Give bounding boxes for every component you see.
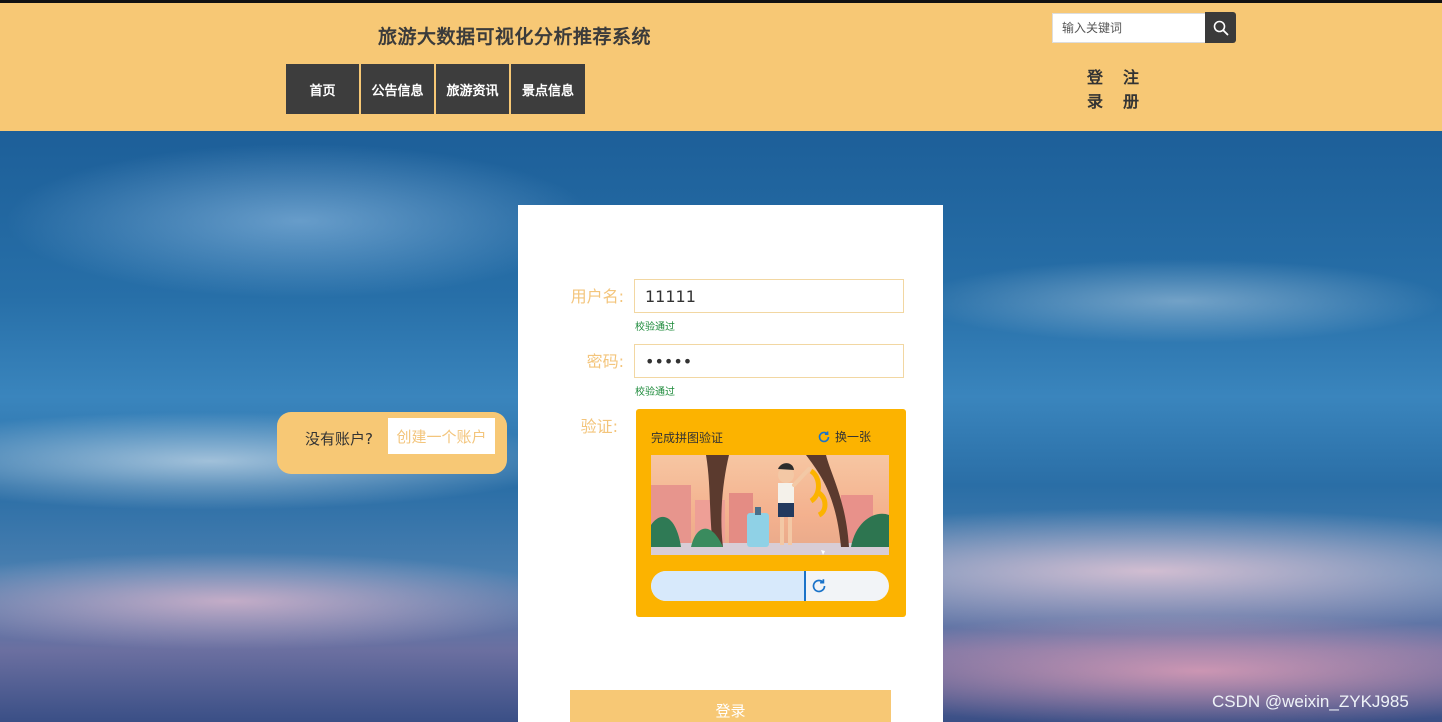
captcha-slider-handle[interactable]: [804, 571, 834, 601]
login-link-char-2: 录: [1086, 92, 1103, 111]
password-label: 密码:: [586, 352, 624, 371]
captcha-refresh-button[interactable]: 换一张: [817, 428, 871, 445]
captcha-puzzle-image: [651, 455, 889, 555]
captcha-label: 验证:: [580, 417, 618, 436]
nav-home[interactable]: 首页: [286, 64, 359, 114]
refresh-icon: [818, 431, 830, 442]
captcha-panel: 完成拼图验证 换一张: [636, 409, 906, 617]
username-input[interactable]: [634, 279, 904, 313]
captcha-slider-fill: [651, 571, 806, 601]
register-link[interactable]: 注 册: [1122, 66, 1140, 114]
refresh-icon: [812, 579, 826, 593]
nav-attractions[interactable]: 景点信息: [511, 64, 585, 114]
nav-travel-news[interactable]: 旅游资讯: [436, 64, 509, 114]
captcha-illustration: [651, 455, 889, 555]
password-status: 校验通过: [635, 387, 675, 398]
site-header: 旅游大数据可视化分析推荐系统 首页 公告信息 旅游资讯 景点信息 登 录 注 册: [0, 3, 1442, 131]
username-label: 用户名:: [570, 287, 624, 306]
captcha-title: 完成拼图验证: [651, 431, 724, 445]
main-nav: 首页 公告信息 旅游资讯 景点信息: [286, 64, 587, 114]
captcha-slider-track[interactable]: [651, 571, 889, 601]
nav-announcements[interactable]: 公告信息: [361, 64, 434, 114]
password-input[interactable]: [634, 344, 904, 378]
register-link-char-1: 注: [1122, 68, 1139, 87]
no-account-text: 没有账户?: [305, 430, 373, 448]
login-button[interactable]: 登录: [570, 690, 891, 722]
login-link-char-1: 登: [1086, 68, 1103, 87]
watermark: CSDN @weixin_ZYKJ985: [1212, 692, 1409, 711]
register-link-char-2: 册: [1122, 92, 1139, 111]
site-title: 旅游大数据可视化分析推荐系统: [378, 26, 652, 48]
register-prompt: 没有账户? 创建一个账户: [277, 412, 507, 474]
login-link[interactable]: 登 录: [1086, 66, 1104, 114]
search-button[interactable]: [1205, 12, 1236, 43]
create-account-button[interactable]: 创建一个账户: [388, 418, 495, 454]
search-icon: [1213, 20, 1228, 35]
search-input[interactable]: [1052, 13, 1206, 43]
login-card: 用户名: 校验通过 密码: 校验通过 验证: 完成拼图验证 换一张: [518, 205, 943, 722]
captcha-refresh-label: 换一张: [835, 430, 872, 444]
username-status: 校验通过: [635, 322, 675, 333]
